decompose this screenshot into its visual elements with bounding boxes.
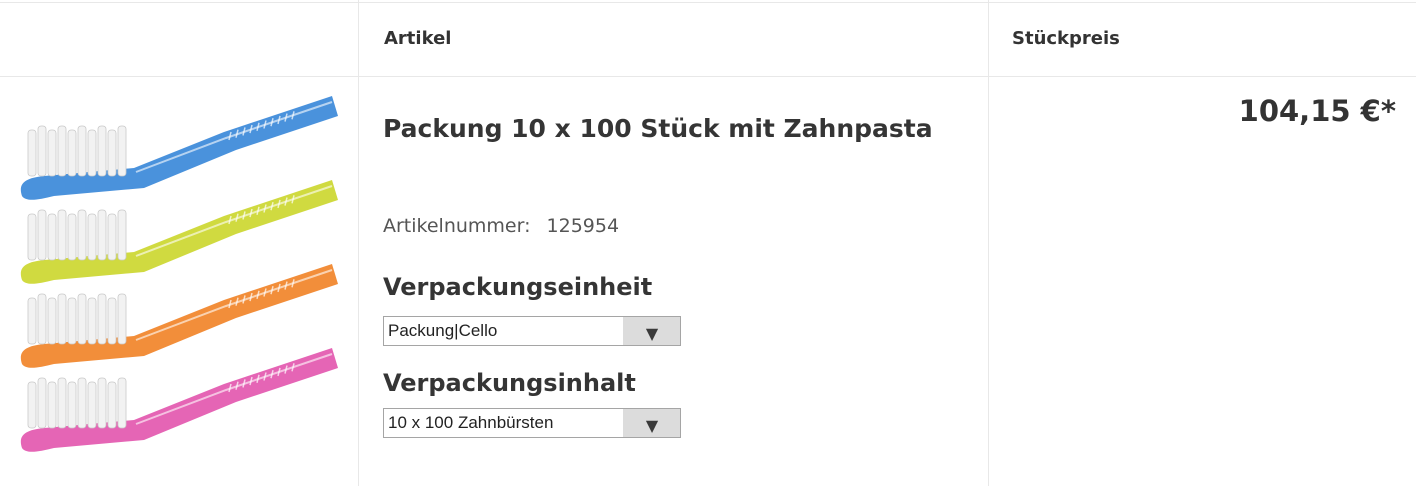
toothbrush [20,180,338,284]
packaging-unit-dropdown-button[interactable]: ▼ [623,317,680,345]
column-divider-article [358,0,359,486]
toothbrush-image [20,96,338,452]
product-image[interactable] [14,88,342,468]
header-divider [0,76,1416,77]
packaging-content-dropdown-button[interactable]: ▼ [623,409,680,437]
packaging-unit-label: Verpackungseinheit [383,273,653,301]
packaging-unit-value: Packung|Cello [388,321,498,340]
article-number-label: Artikelnummer: [383,215,531,237]
column-divider-price [988,0,989,486]
toothbrush [20,264,338,368]
unit-price: 104,15 €* [1238,94,1396,128]
product-title[interactable]: Packung 10 x 100 Stück mit Zahnpasta [383,101,943,157]
column-header-unit-price: Stückpreis [1012,27,1120,49]
article-number-value: 125954 [546,215,620,237]
packaging-content-label: Verpackungsinhalt [383,369,636,397]
toothbrush [20,96,338,200]
table-top-border [0,2,1416,3]
packaging-content-select[interactable]: 10 x 100 Zahnbürsten ▼ [383,408,681,438]
column-header-article: Artikel [384,27,452,49]
packaging-content-value: 10 x 100 Zahnbürsten [388,413,554,432]
article-number-row: Artikelnummer: 125954 [383,215,619,237]
toothbrush [20,348,338,452]
packaging-unit-select[interactable]: Packung|Cello ▼ [383,316,681,346]
cart-table: Artikel Stückpreis Packung 10 x 100 Stüc… [0,0,1416,486]
triangle-down-icon: ▼ [645,416,659,435]
triangle-down-icon: ▼ [645,324,659,343]
